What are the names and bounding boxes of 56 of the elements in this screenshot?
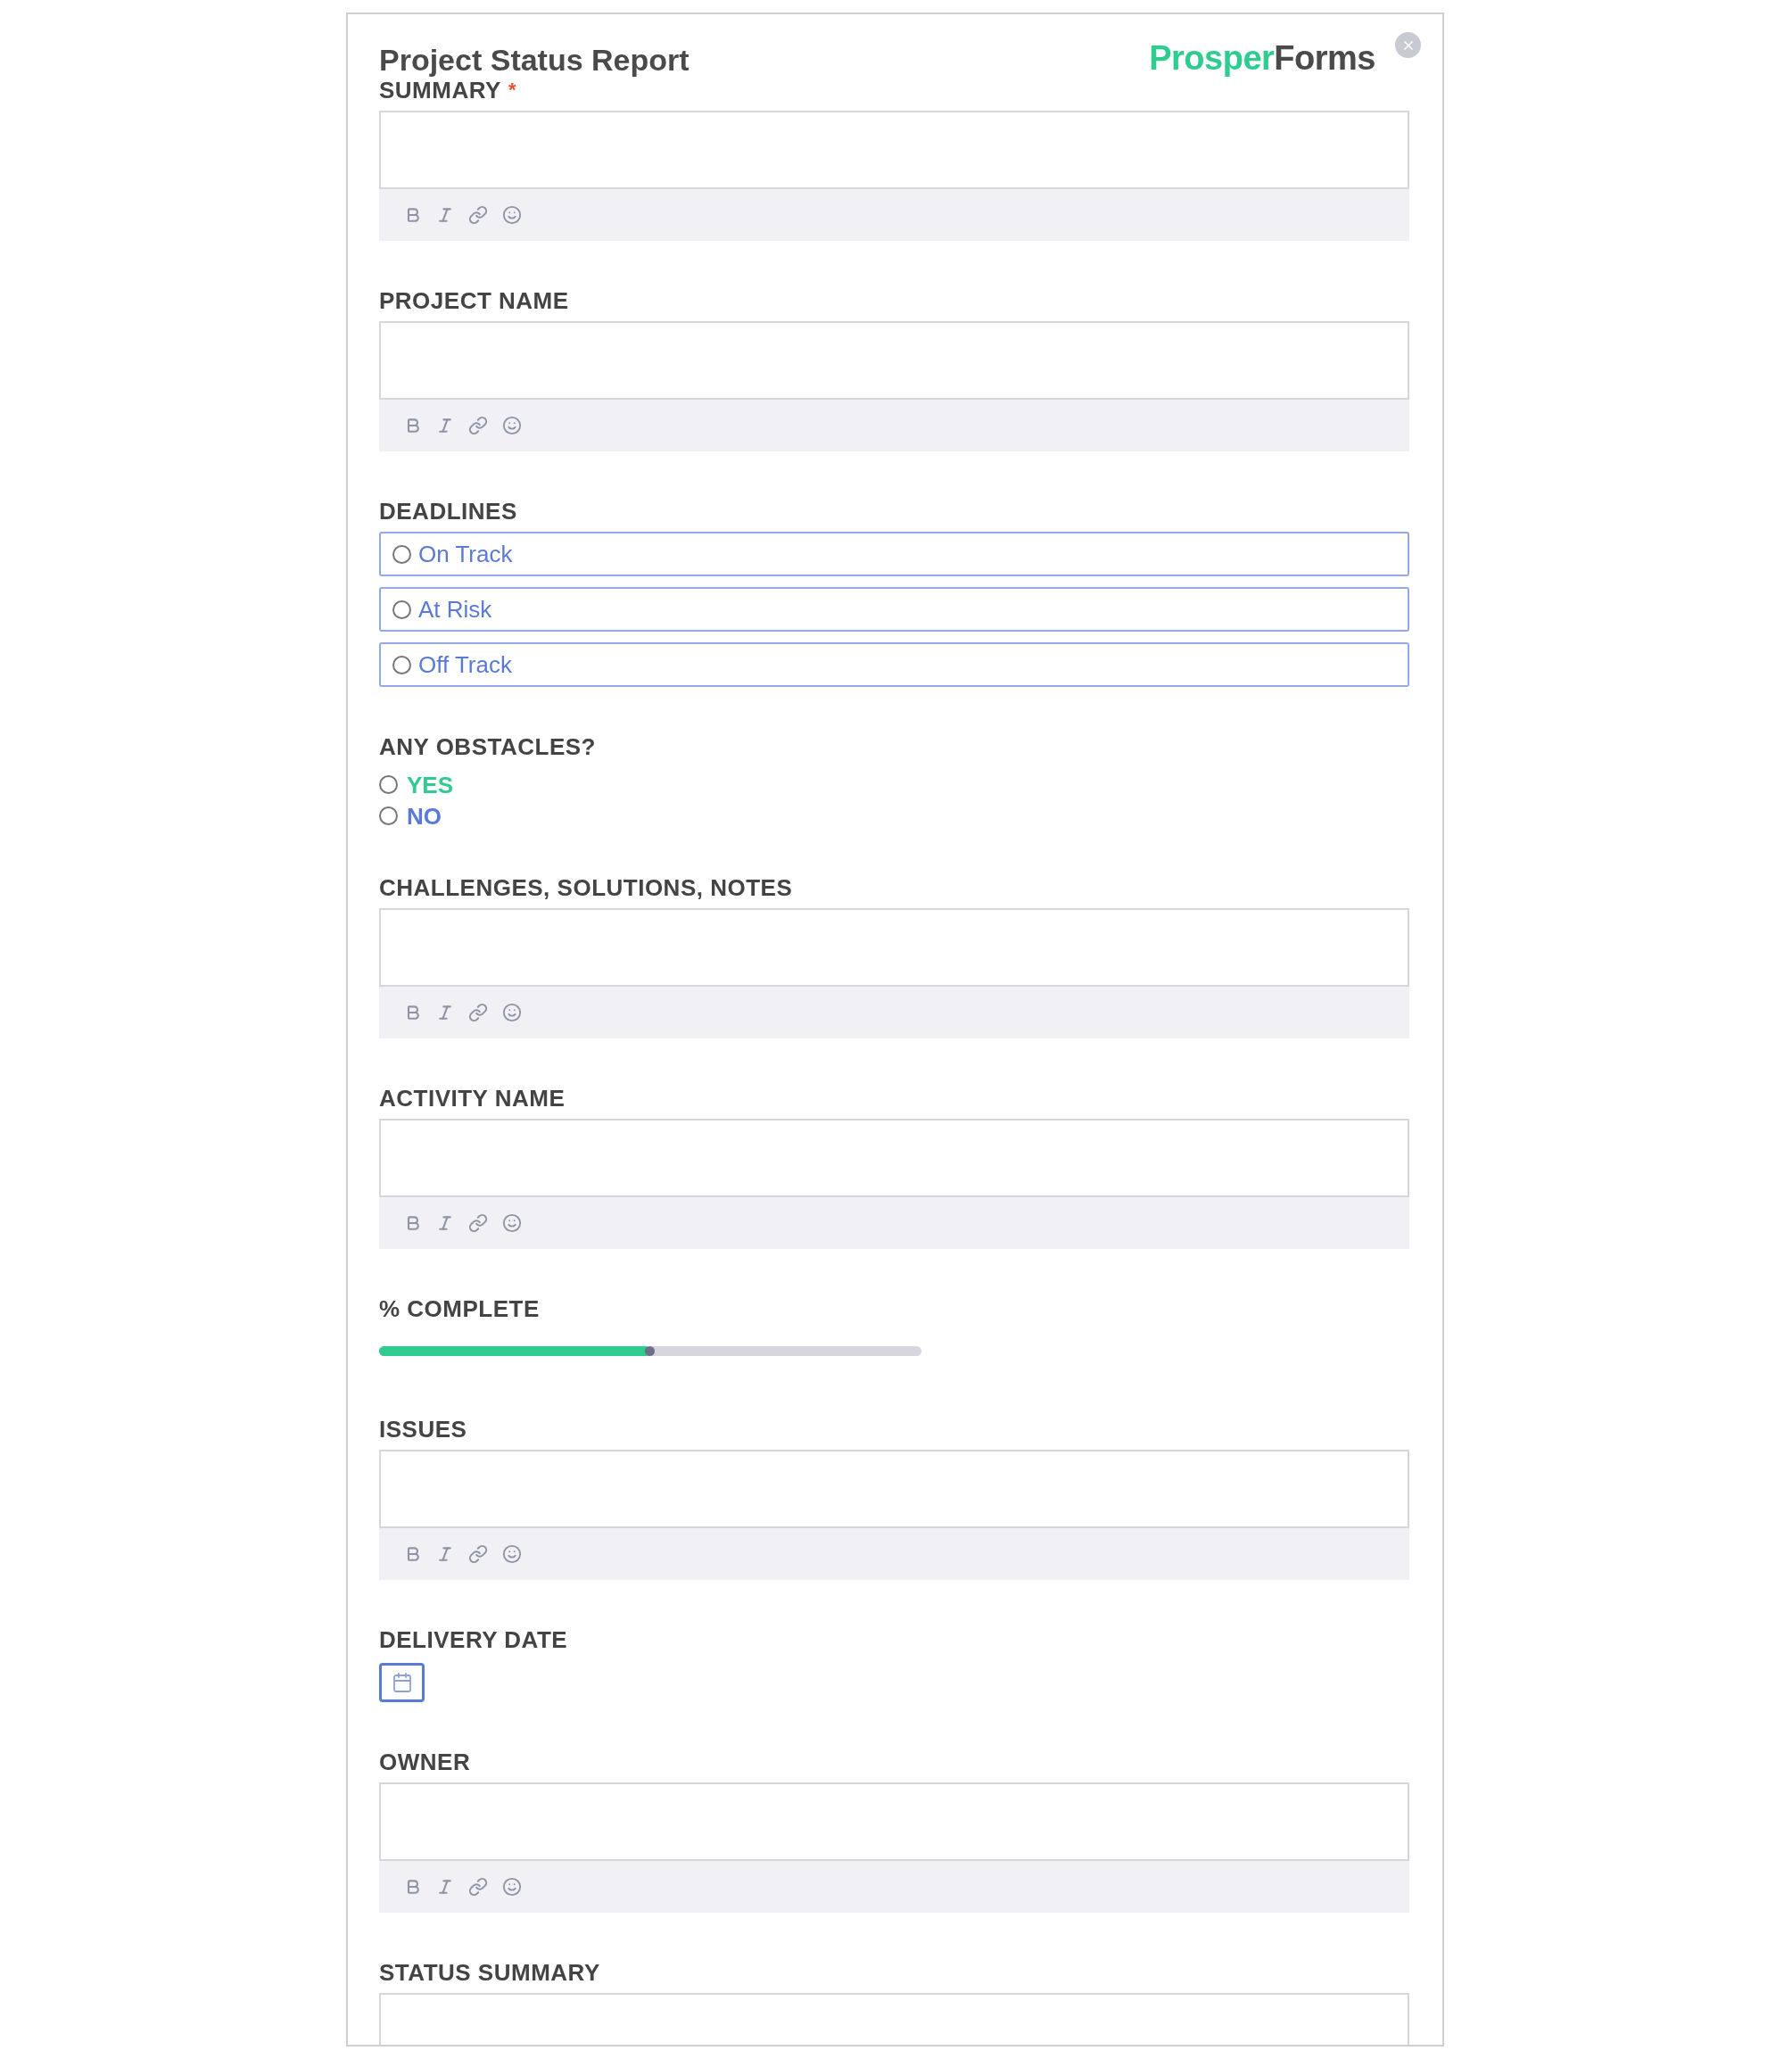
field-label: DEADLINES <box>379 500 517 523</box>
option-label: YES <box>407 773 454 797</box>
radio-button[interactable] <box>379 775 398 794</box>
radio-button[interactable] <box>392 655 411 674</box>
option-label: NO <box>407 804 442 828</box>
italic-icon[interactable] <box>436 1214 454 1232</box>
field-label: ISSUES <box>379 1418 467 1441</box>
text-field[interactable] <box>379 908 1409 987</box>
italic-icon[interactable] <box>436 206 454 224</box>
radio-option[interactable]: At Risk <box>379 587 1409 632</box>
italic-icon[interactable] <box>436 417 454 434</box>
slider-track[interactable] <box>379 1346 921 1356</box>
link-icon[interactable] <box>468 1877 488 1897</box>
radio-button[interactable] <box>392 544 411 564</box>
text-field[interactable] <box>379 1450 1409 1528</box>
field-label: SUMMARY <box>379 79 501 102</box>
link-icon[interactable] <box>468 1544 488 1564</box>
text-field[interactable] <box>379 1782 1409 1861</box>
option-label: On Track <box>418 542 513 566</box>
calendar-icon <box>391 1672 413 1693</box>
emoji-icon[interactable] <box>502 416 522 435</box>
link-icon[interactable] <box>468 205 488 225</box>
emoji-icon[interactable] <box>502 205 522 225</box>
close-button[interactable] <box>1395 32 1421 58</box>
link-icon[interactable] <box>468 1003 488 1022</box>
radio-button[interactable] <box>379 806 398 825</box>
emoji-icon[interactable] <box>502 1877 522 1897</box>
option-label: Off Track <box>418 653 512 676</box>
field-label: ANY OBSTACLES? <box>379 735 596 758</box>
field-label: PROJECT NAME <box>379 289 569 312</box>
emoji-icon[interactable] <box>502 1544 522 1564</box>
field-label: ACTIVITY NAME <box>379 1087 566 1110</box>
text-field[interactable] <box>379 111 1409 189</box>
field-label: STATUS SUMMARY <box>379 1961 600 1984</box>
emoji-icon[interactable] <box>502 1213 522 1233</box>
field-label: DELIVERY DATE <box>379 1628 568 1651</box>
italic-icon[interactable] <box>436 1004 454 1021</box>
field-label: CHALLENGES, SOLUTIONS, NOTES <box>379 876 793 899</box>
required-mark: * <box>508 80 516 100</box>
radio-option[interactable]: On Track <box>379 532 1409 576</box>
italic-icon[interactable] <box>436 1545 454 1563</box>
emoji-icon[interactable] <box>502 1003 522 1022</box>
logo: ProsperForms <box>1149 41 1375 75</box>
field-label: % COMPLETE <box>379 1297 540 1320</box>
radio-button[interactable] <box>392 600 411 619</box>
text-field[interactable] <box>379 321 1409 400</box>
radio-option[interactable]: Off Track <box>379 642 1409 687</box>
link-icon[interactable] <box>468 416 488 435</box>
calendar-button[interactable] <box>379 1663 425 1702</box>
form-title: Project Status Report <box>379 45 690 75</box>
italic-icon[interactable] <box>436 1878 454 1896</box>
field-label: OWNER <box>379 1750 471 1774</box>
link-icon[interactable] <box>468 1213 488 1233</box>
text-field[interactable] <box>379 1119 1409 1197</box>
option-label: At Risk <box>418 598 492 621</box>
slider-thumb[interactable] <box>645 1346 655 1356</box>
